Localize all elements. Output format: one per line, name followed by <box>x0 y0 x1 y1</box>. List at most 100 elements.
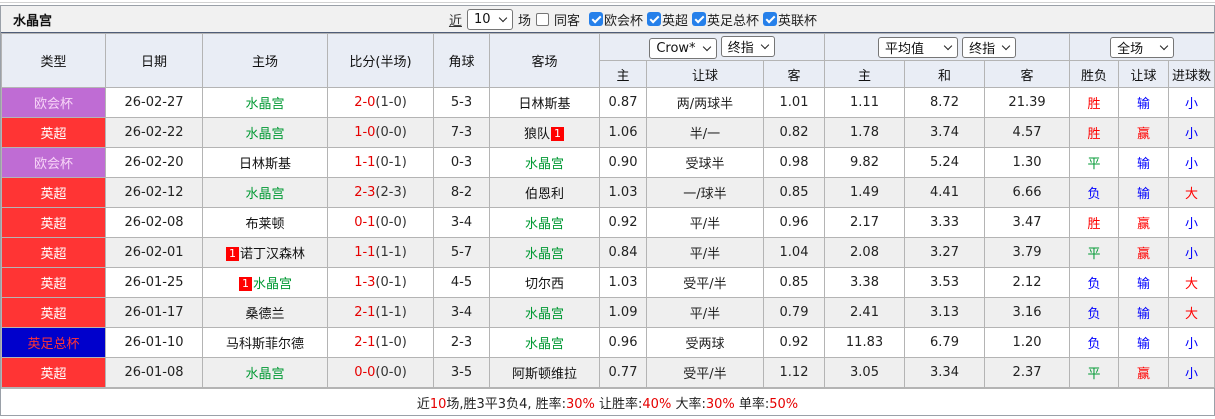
score-link[interactable]: 1-1 <box>354 155 375 170</box>
score-half: (0-0) <box>375 365 407 380</box>
cell-result-handicap: 赢 <box>1118 117 1170 148</box>
col-header-date: 日期 <box>105 33 203 88</box>
avg-source-select[interactable]: 平均值 <box>877 36 958 58</box>
cell-type: 英超 <box>1 267 106 298</box>
filter-label-1: 英超 <box>662 13 689 29</box>
header-row-selects: 类型 日期 主场 比分(半场) 角球 客场 Crow* 终指 平均值 终指 全场 <box>1 33 1215 88</box>
cell-type: 欧会杯 <box>1 87 106 118</box>
team-name-link[interactable]: 日林斯基 <box>518 97 570 112</box>
col-header-corner: 角球 <box>433 33 490 88</box>
odds-stage-select[interactable]: 终指 <box>720 35 775 57</box>
score-link[interactable]: 1-0 <box>354 125 375 140</box>
cell-odds-handicap: 两/两球半 <box>646 87 764 118</box>
chevron-down-icon <box>702 42 711 51</box>
same-venue-label: 同客 <box>553 13 580 29</box>
team-name-link[interactable]: 水晶宫 <box>245 127 284 142</box>
cell-avg-home: 2.08 <box>824 237 906 268</box>
cell-avg-draw: 3.27 <box>904 237 986 268</box>
cell-corner: 4-5 <box>433 267 490 298</box>
matches-label: 场 <box>517 13 531 29</box>
summary-segment-4: 让胜率: <box>594 396 643 412</box>
recent-count-select[interactable]: 10 <box>466 8 513 30</box>
filter-item-2: 英足总杯 <box>692 10 759 29</box>
filter-checkbox-0[interactable] <box>589 12 603 26</box>
team-name-link[interactable]: 水晶宫 <box>245 97 284 112</box>
team-name-link[interactable]: 水晶宫 <box>245 187 284 202</box>
cell-avg-away: 3.47 <box>984 207 1071 238</box>
cell-result-handicap: 输 <box>1118 147 1170 178</box>
team-name-link[interactable]: 诺丁汉森林 <box>240 247 305 262</box>
team-name-link[interactable]: 马科斯菲尔德 <box>226 337 304 352</box>
team-name-link[interactable]: 水晶宫 <box>525 307 564 322</box>
team-name-link[interactable]: 狼队 <box>524 127 550 142</box>
cell-result-goals: 小 <box>1168 327 1215 358</box>
odds-source-select[interactable]: Crow* <box>649 37 717 59</box>
team-name-link[interactable]: 水晶宫 <box>525 157 564 172</box>
filter-checkbox-2[interactable] <box>692 12 707 26</box>
score-link[interactable]: 1-3 <box>354 275 375 290</box>
summary-text: 近10场,胜3平3负4, 胜率:30% 让胜率:40% 大率:30% 单率:50… <box>417 393 798 412</box>
score-link[interactable]: 2-1 <box>354 335 375 350</box>
cell-type: 英超 <box>1 297 106 328</box>
cell-result-wdl: 负 <box>1069 177 1120 208</box>
cell-date: 26-02-01 <box>105 237 203 268</box>
team-name-link[interactable]: 布莱顿 <box>245 217 284 232</box>
sub-header-odds-home: 主 <box>599 60 647 88</box>
filter-checkbox-1[interactable] <box>647 12 662 26</box>
cell-avg-draw: 3.34 <box>904 357 986 388</box>
team-name-link[interactable]: 阿斯顿维拉 <box>512 367 577 382</box>
cell-odds-away: 0.79 <box>762 297 826 328</box>
team-name-link[interactable]: 伯恩利 <box>525 187 564 202</box>
score-half: (1-0) <box>375 95 407 110</box>
scope-select-cell: 全场 <box>1069 33 1215 61</box>
team-home: 水晶宫 <box>245 187 284 202</box>
avg-stage-select[interactable]: 终指 <box>962 36 1017 58</box>
score-link[interactable]: 2-0 <box>354 95 375 110</box>
cell-avg-home: 1.78 <box>824 117 906 148</box>
cell-away: 切尔西 <box>489 267 600 298</box>
summary-segment-7: 30% <box>705 396 735 412</box>
team-away: 水晶宫 <box>525 337 564 352</box>
team-name-link[interactable]: 桑德兰 <box>245 307 284 322</box>
team-name-link[interactable]: 切尔西 <box>525 277 564 292</box>
cell-result-goals: 小 <box>1168 207 1215 238</box>
cell-corner: 5-3 <box>433 87 490 118</box>
cell-home: 1 诺丁汉森林 <box>202 237 328 268</box>
cell-corner: 8-2 <box>433 177 490 208</box>
team-name-link[interactable]: 水晶宫 <box>253 277 292 292</box>
scope-select[interactable]: 全场 <box>1110 36 1175 58</box>
table-row: 英超 26-02-22 水晶宫 1-0(0-0) 7-3 狼队 1 1.06 半/一 0.82 1.… <box>1 117 1215 148</box>
cell-date: 26-02-08 <box>105 207 203 238</box>
recent-link[interactable]: 近 <box>449 10 462 29</box>
score-link[interactable]: 2-3 <box>354 185 375 200</box>
score-half: (0-0) <box>375 215 407 230</box>
cell-odds-home: 0.90 <box>599 147 647 178</box>
team-name-link[interactable]: 日林斯基 <box>239 157 291 172</box>
cell-avg-home: 11.83 <box>824 327 906 358</box>
cell-type: 英超 <box>1 207 106 238</box>
team-away: 水晶宫 <box>525 217 564 232</box>
score-link[interactable]: 0-1 <box>354 215 375 230</box>
score-half: (1-0) <box>375 335 407 350</box>
score-link[interactable]: 0-0 <box>354 365 375 380</box>
team-name-link[interactable]: 水晶宫 <box>245 367 284 382</box>
cell-odds-away: 0.85 <box>762 267 826 298</box>
cell-avg-away: 1.20 <box>984 327 1071 358</box>
team-home: 日林斯基 <box>239 157 291 172</box>
team-away: 水晶宫 <box>525 157 564 172</box>
team-home: 布莱顿 <box>245 217 284 232</box>
score-link[interactable]: 2-1 <box>354 305 375 320</box>
cell-result-handicap: 赢 <box>1118 237 1170 268</box>
same-venue-checkbox[interactable] <box>535 12 549 26</box>
score-half: (0-0) <box>375 125 407 140</box>
cell-result-handicap: 输 <box>1118 87 1170 118</box>
team-name-link[interactable]: 水晶宫 <box>525 217 564 232</box>
cell-date: 26-02-20 <box>105 147 203 178</box>
score-link[interactable]: 1-1 <box>354 245 375 260</box>
avg-select-cell: 平均值 终指 <box>824 33 1071 61</box>
team-name-link[interactable]: 水晶宫 <box>525 247 564 262</box>
summary-segment-2: 场,胜3平3负4, 胜率: <box>446 396 566 412</box>
cell-result-goals: 小 <box>1168 237 1215 268</box>
filter-checkbox-3[interactable] <box>763 12 778 26</box>
team-name-link[interactable]: 水晶宫 <box>525 337 564 352</box>
